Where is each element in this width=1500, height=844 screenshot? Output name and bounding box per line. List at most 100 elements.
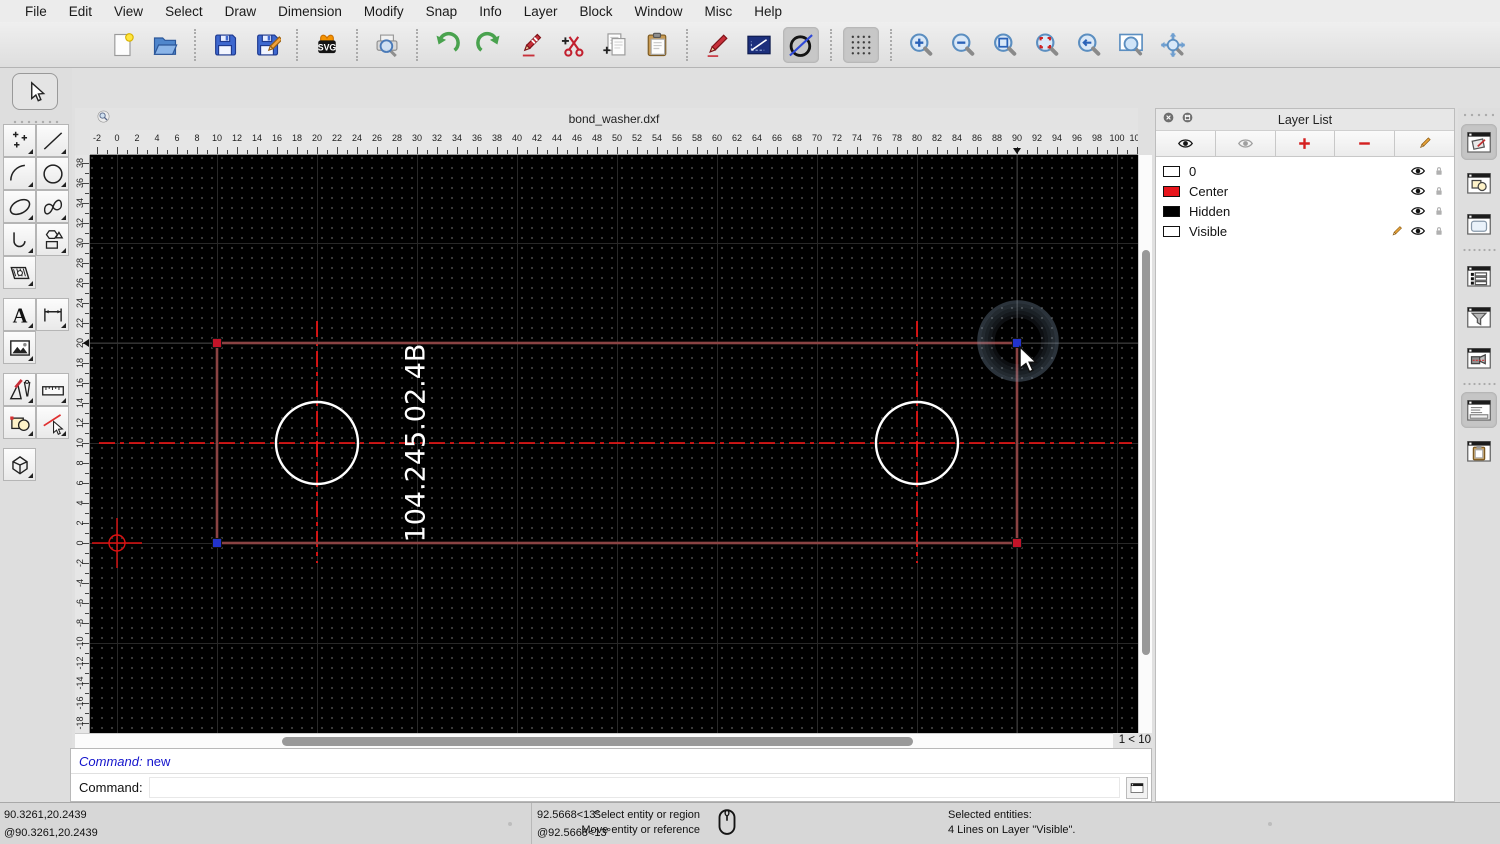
dock-entity-list-toggle[interactable] [1461, 258, 1497, 294]
zoom-redraw-button[interactable] [1029, 27, 1065, 63]
undo-button[interactable] [429, 27, 465, 63]
dock-clipboard-toggle[interactable] [1461, 433, 1497, 469]
layer-row-0[interactable]: 0 [1156, 161, 1454, 181]
text-tool-button[interactable]: A [3, 298, 36, 331]
zoom-pan-button[interactable] [1155, 27, 1191, 63]
v-ruler-label: 26 [75, 278, 85, 289]
dimension-tool-button[interactable] [36, 298, 69, 331]
zoom-auto-button[interactable] [987, 27, 1023, 63]
edit-layer-button[interactable] [1395, 131, 1454, 156]
cad-tools-tool-button[interactable] [3, 373, 36, 406]
menu-file[interactable]: File [14, 4, 58, 19]
line-attributes-button[interactable] [741, 27, 777, 63]
points-tool-button[interactable] [3, 124, 36, 157]
relative-coordinate: @90.3261,20.2439 [4, 827, 98, 839]
measure-tool-button[interactable] [36, 373, 69, 406]
save-button[interactable] [207, 27, 243, 63]
polyline-tool-button[interactable] [3, 223, 36, 256]
redo-button[interactable] [471, 27, 507, 63]
horizontal-scrollbar[interactable] [75, 733, 1115, 748]
menu-edit[interactable]: Edit [58, 4, 103, 19]
zoom-in-icon [910, 32, 933, 56]
select-pointer-button[interactable] [12, 73, 58, 110]
layer-row-center[interactable]: Center [1156, 181, 1454, 201]
layer-lock-toggle[interactable] [1432, 224, 1446, 238]
dock-command-line-toggle[interactable] [1461, 392, 1497, 428]
delete-button[interactable] [513, 27, 549, 63]
dock-library-browser-toggle[interactable] [1461, 340, 1497, 376]
grid-toggle-button[interactable] [843, 26, 879, 63]
vertical-scrollbar-thumb[interactable] [1142, 250, 1150, 655]
absolute-coordinate: 90.3261,20.2439 [4, 809, 87, 821]
deselect-tool-button[interactable] [36, 406, 69, 439]
layer-visibility-toggle[interactable] [1410, 223, 1426, 239]
blocks-tool-button[interactable] [3, 406, 36, 439]
layer-lock-toggle[interactable] [1432, 204, 1446, 218]
shapes-tool-button[interactable] [36, 223, 69, 256]
menu-misc[interactable]: Misc [694, 4, 744, 19]
show-all-layers-button[interactable] [1156, 131, 1216, 156]
copy-button[interactable] [597, 27, 633, 63]
menu-draw[interactable]: Draw [214, 4, 268, 19]
menu-help[interactable]: Help [743, 4, 793, 19]
dock-selection-filter-toggle[interactable] [1461, 299, 1497, 335]
open-button[interactable] [147, 27, 183, 63]
menu-select[interactable]: Select [154, 4, 214, 19]
layer-visibility-toggle[interactable] [1410, 163, 1426, 179]
blue-handle[interactable] [212, 538, 222, 548]
paste-button[interactable] [639, 27, 675, 63]
layer-lock-toggle[interactable] [1432, 184, 1446, 198]
command-dock-window-button[interactable] [1126, 776, 1148, 799]
menu-snap[interactable]: Snap [415, 4, 469, 19]
menu-view[interactable]: View [103, 4, 154, 19]
h-ruler-label: 14 [251, 133, 262, 143]
zoom-window-button[interactable] [1113, 27, 1149, 63]
layer-row-visible[interactable]: Visible [1156, 221, 1454, 241]
menu-modify[interactable]: Modify [353, 4, 415, 19]
spline-tool-button[interactable] [36, 190, 69, 223]
horizontal-scrollbar-thumb[interactable] [282, 737, 913, 746]
red-handle[interactable] [1012, 538, 1022, 548]
left-button-hint: Select entity or region [593, 809, 700, 821]
menu-block[interactable]: Block [569, 4, 624, 19]
close-panel-button[interactable] [1162, 111, 1175, 129]
solid-3d-tool-button[interactable] [3, 448, 36, 481]
new-button[interactable] [105, 27, 141, 63]
circle-tool-button[interactable] [36, 157, 69, 190]
layer-row-hidden[interactable]: Hidden [1156, 201, 1454, 221]
svg-export-button[interactable]: SVG [309, 27, 345, 63]
menu-info[interactable]: Info [468, 4, 513, 19]
image-tool-button[interactable] [3, 331, 36, 364]
save-as-icon [257, 34, 281, 55]
add-layer-button[interactable] [1275, 131, 1336, 156]
zoom-previous-button[interactable] [1071, 27, 1107, 63]
remove-layer-button[interactable] [1335, 131, 1396, 156]
zoom-out-button[interactable] [945, 27, 981, 63]
layer-visibility-toggle[interactable] [1410, 183, 1426, 199]
drawing-canvas[interactable]: 104.245.02.4B [90, 155, 1138, 733]
layer-visibility-toggle[interactable] [1410, 203, 1426, 219]
menu-layer[interactable]: Layer [513, 4, 569, 19]
vertical-scrollbar[interactable] [1138, 155, 1152, 733]
dock-layer-list-toggle[interactable] [1461, 124, 1497, 160]
print-preview-button[interactable] [369, 27, 405, 63]
save-as-button[interactable] [249, 27, 285, 63]
draft-mode-button[interactable] [783, 26, 819, 63]
zoom-in-button[interactable] [903, 27, 939, 63]
hide-all-layers-button[interactable] [1215, 131, 1276, 156]
dock-quick-info-toggle[interactable] [1461, 206, 1497, 242]
dock-block-list-toggle[interactable] [1461, 165, 1497, 201]
ellipse-tool-button[interactable] [3, 190, 36, 223]
menu-window[interactable]: Window [624, 4, 694, 19]
undock-panel-button[interactable] [1181, 111, 1194, 129]
cut-button[interactable] [555, 27, 591, 63]
red-handle[interactable] [212, 338, 222, 348]
line-tool-button[interactable] [36, 124, 69, 157]
hatch-tool-button[interactable] [3, 256, 36, 289]
command-input[interactable] [148, 777, 1120, 798]
layer-lock-toggle[interactable] [1432, 164, 1446, 178]
menu-dimension[interactable]: Dimension [267, 4, 353, 19]
pen-attributes-button[interactable] [699, 27, 735, 63]
h-ruler-label: 96 [1071, 133, 1082, 143]
arc-tool-button[interactable] [3, 157, 36, 190]
